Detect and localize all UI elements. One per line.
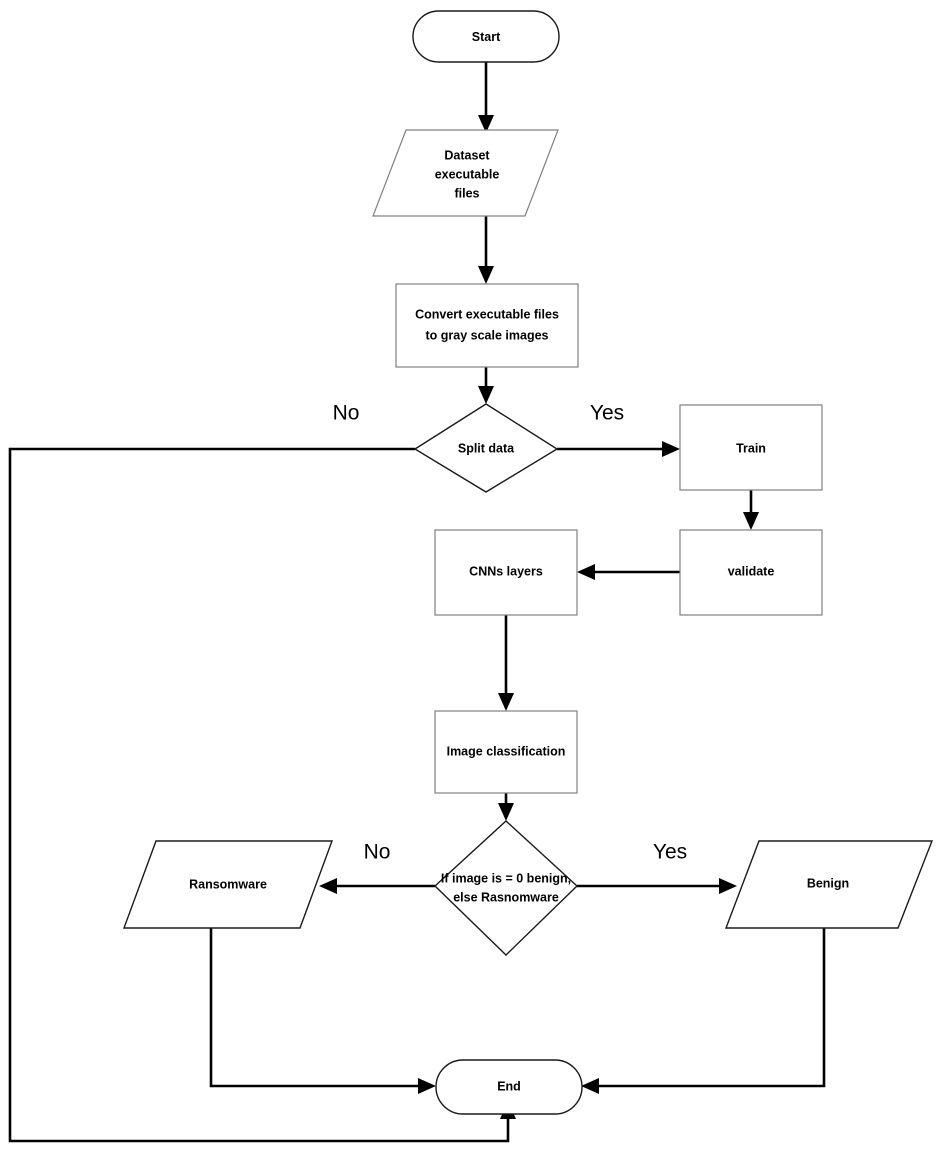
node-end-label: End <box>497 1079 521 1093</box>
connector-validate-to-cnns <box>577 564 680 580</box>
edge-label-predicate-yes: Yes <box>653 841 687 864</box>
node-predicate-decision[interactable]: If image is = 0 benign, else Rasnomware <box>433 820 579 956</box>
node-cnns-layers-label: CNNs layers <box>469 564 543 578</box>
edge-label-split-no: No <box>333 402 360 425</box>
connector-start-to-dataset <box>478 62 494 133</box>
connector-predicate-yes-to-benign <box>577 878 737 894</box>
node-dataset-label-line2: executable <box>435 167 500 181</box>
node-train-label: Train <box>736 441 766 455</box>
connector-cnns-to-classification <box>498 615 514 711</box>
flowchart-diagram: Train --> loop left, down, right, into E… <box>8 10 934 1143</box>
connector-dataset-to-convert <box>478 216 494 284</box>
flowchart-canvas: Train --> loop left, down, right, into E… <box>0 0 940 1152</box>
connector-predicate-no-to-ransomware <box>319 878 435 894</box>
node-dataset-label-line1: Dataset <box>444 148 490 162</box>
node-convert-label-line2: to gray scale images <box>426 328 549 342</box>
node-split-data[interactable]: Split data <box>413 403 559 493</box>
node-cnns-layers[interactable]: CNNs layers <box>434 529 578 616</box>
edge-label-split-yes: Yes <box>590 402 624 425</box>
node-predicate-label-line2: else Rasnomware <box>453 890 559 904</box>
node-split-data-label: Split data <box>458 441 515 455</box>
connector-convert-to-split <box>478 367 494 404</box>
edge-label-predicate-no: No <box>364 841 391 864</box>
node-start-label: Start <box>472 30 501 44</box>
node-start[interactable]: Start <box>412 10 560 63</box>
node-dataset[interactable]: Dataset executable files <box>372 129 559 217</box>
node-dataset-label-line3: files <box>454 186 479 200</box>
node-ransomware[interactable]: Ransomware <box>122 840 334 929</box>
node-end[interactable]: End <box>435 1059 583 1115</box>
node-validate[interactable]: validate <box>679 529 823 616</box>
connector-classification-to-predicate <box>498 793 514 821</box>
connector-train-to-validate <box>743 490 759 530</box>
node-convert-label-line1: Convert executable files <box>415 307 559 321</box>
connector-benign-to-end <box>581 928 826 1094</box>
node-convert[interactable]: Convert executable files to gray scale i… <box>395 283 579 368</box>
connector-split-yes-to-train <box>557 441 680 457</box>
node-ransomware-label: Ransomware <box>189 877 267 891</box>
node-benign[interactable]: Benign <box>724 840 934 929</box>
connector-ransomware-to-end <box>209 928 436 1094</box>
node-benign-label: Benign <box>807 876 849 890</box>
node-image-classification-label: Image classification <box>447 744 566 758</box>
node-image-classification[interactable]: Image classification <box>434 710 578 794</box>
node-train[interactable]: Train <box>679 404 823 491</box>
node-predicate-label-line1: If image is = 0 benign, <box>441 871 571 885</box>
node-validate-label: validate <box>728 564 775 578</box>
